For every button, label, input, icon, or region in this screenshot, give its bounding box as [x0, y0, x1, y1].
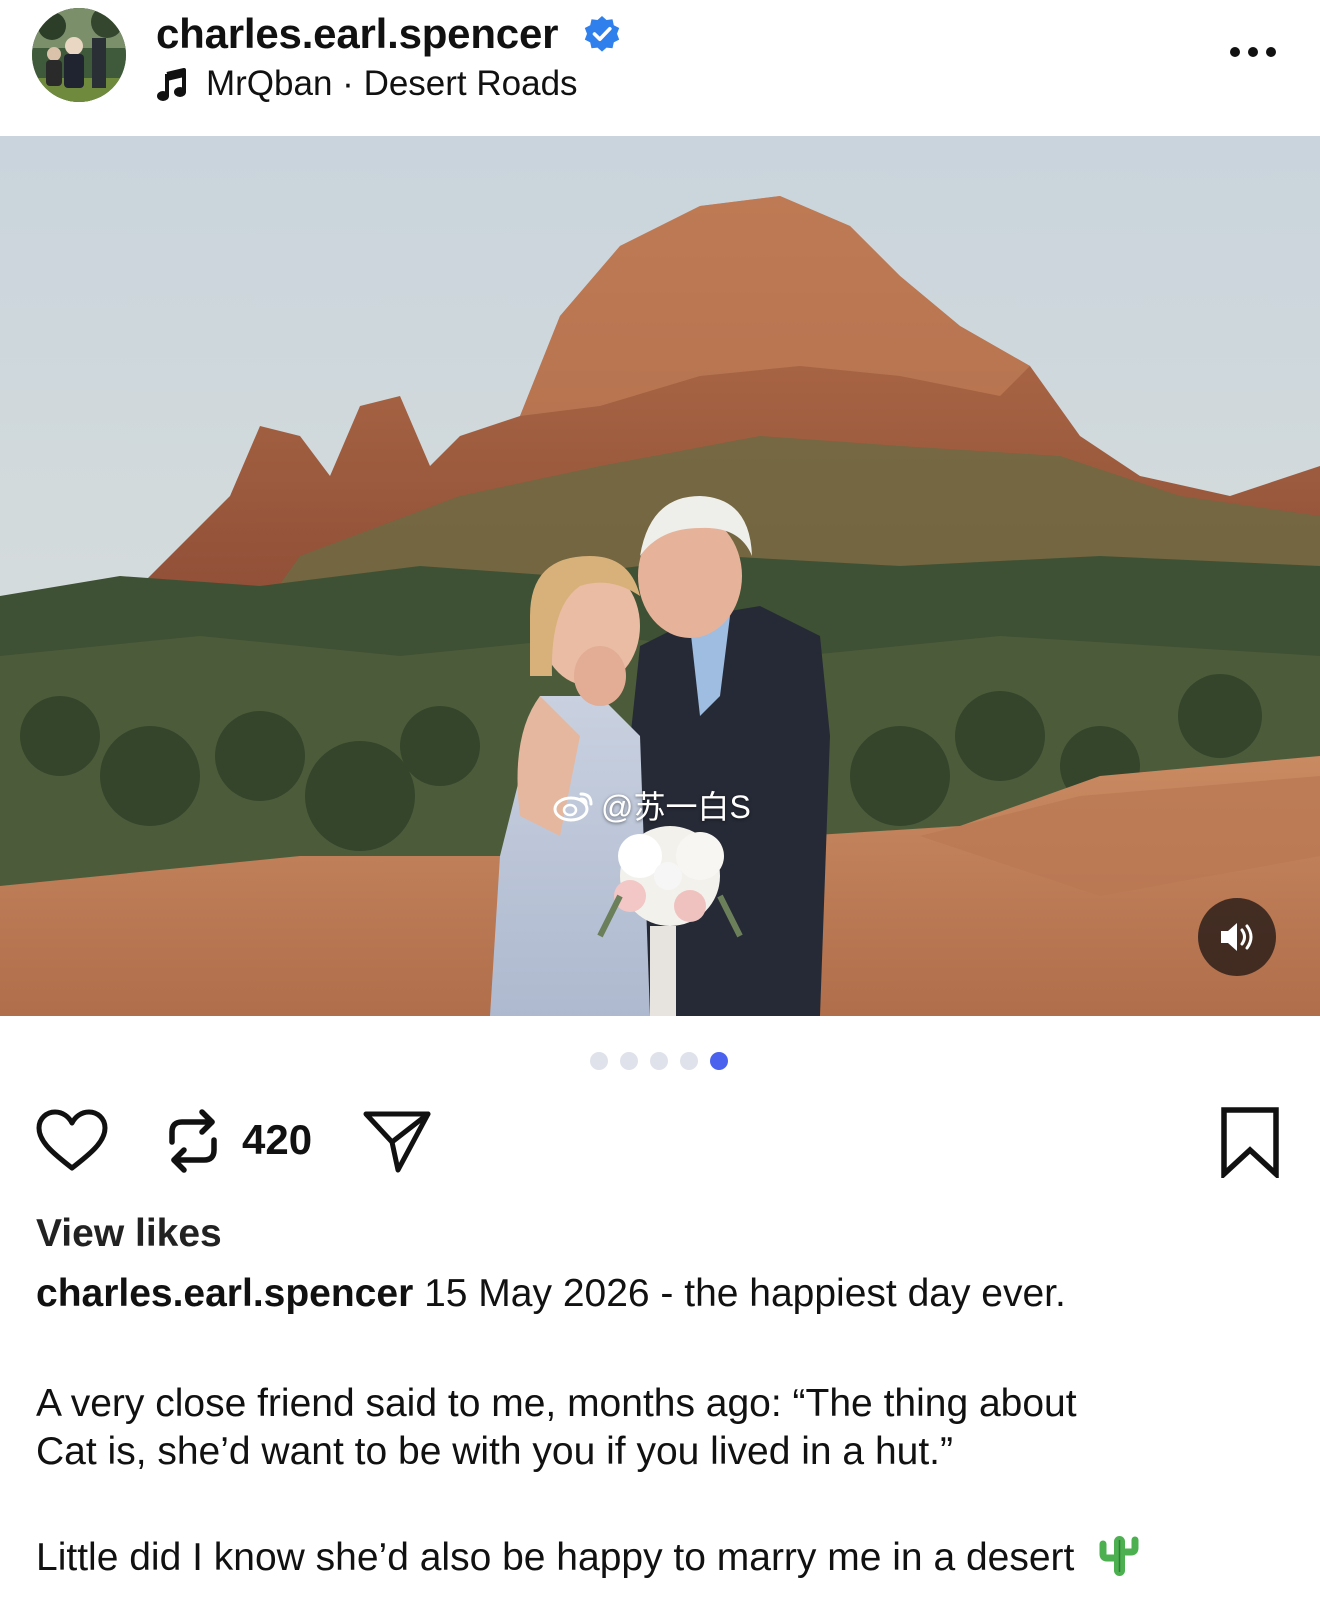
- speaker-icon: [1221, 923, 1253, 951]
- weibo-watermark: @苏一白S: [553, 782, 751, 828]
- post-photo[interactable]: [0, 136, 1320, 1016]
- music-track: Desert Roads: [363, 64, 578, 103]
- music-info[interactable]: MrQban · Desert Roads: [206, 64, 578, 104]
- view-likes-link[interactable]: View likes: [36, 1212, 222, 1256]
- music-artist: MrQban: [206, 64, 333, 103]
- repost-count: 420: [242, 1116, 313, 1163]
- more-options-icon[interactable]: [1228, 44, 1278, 60]
- caption-line: A very close friend said to me, months a…: [36, 1382, 1077, 1425]
- carousel-dot: [590, 1052, 608, 1070]
- profile-avatar[interactable]: [32, 8, 126, 102]
- wedding-photo-illustration: [0, 136, 1320, 1016]
- caption-paragraph: A very close friend said to me, months a…: [36, 1380, 1286, 1476]
- weibo-logo-icon: [553, 792, 593, 822]
- send-icon[interactable]: [362, 1108, 432, 1174]
- repost-icon[interactable]: [162, 1106, 224, 1176]
- heart-icon[interactable]: [34, 1108, 110, 1174]
- post-username[interactable]: charles.earl.spencer: [156, 10, 558, 58]
- caption-username[interactable]: charles.earl.spencer: [36, 1272, 413, 1315]
- audio-toggle-button[interactable]: [1198, 898, 1276, 976]
- music-note-icon: [157, 68, 186, 101]
- caption-paragraph: Little did I know she’d also be happy to…: [36, 1532, 1286, 1582]
- watermark-text: @苏一白S: [601, 789, 751, 825]
- carousel-dot: [680, 1052, 698, 1070]
- bookmark-icon[interactable]: [1220, 1106, 1280, 1178]
- carousel-dot: [650, 1052, 668, 1070]
- cactus-emoji-icon: [1099, 1536, 1139, 1576]
- caption-text: 15 May 2026 - the happiest day ever.: [424, 1272, 1066, 1315]
- caption-line: Cat is, she’d want to be with you if you…: [36, 1430, 953, 1473]
- music-separator: ·: [342, 64, 354, 103]
- carousel-dot: [620, 1052, 638, 1070]
- post-caption: charles.earl.spencer 15 May 2026 - the h…: [36, 1270, 1286, 1318]
- verified-badge-icon: [584, 16, 620, 52]
- caption-line: Little did I know she’d also be happy to…: [36, 1536, 1075, 1579]
- carousel-indicator: [590, 1052, 728, 1070]
- carousel-dot-active: [710, 1052, 728, 1070]
